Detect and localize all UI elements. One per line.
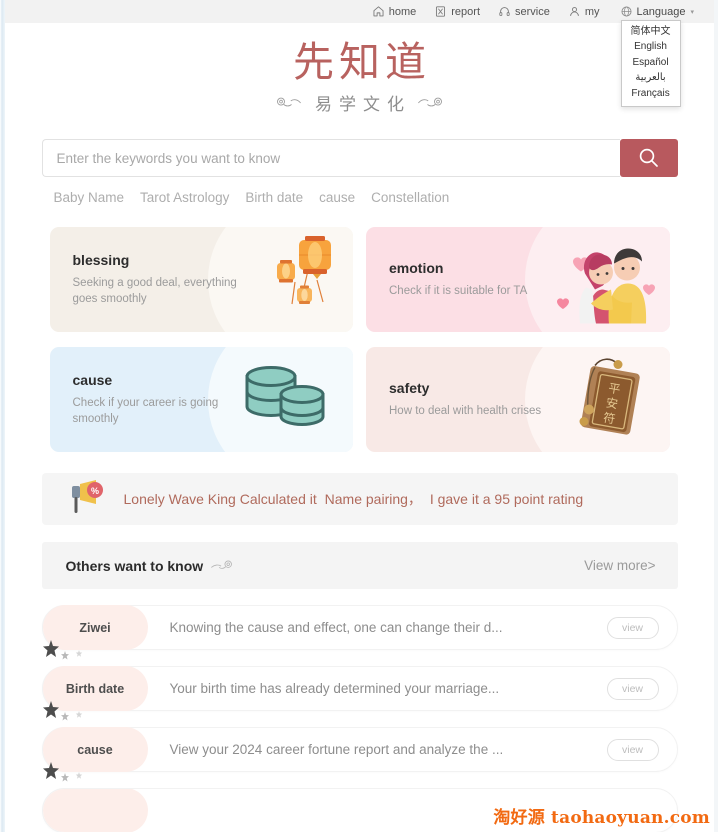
announcement-part3: I gave it a 95 point rating [429, 491, 584, 508]
nav-item-report[interactable]: report [434, 5, 480, 18]
search-input[interactable] [56, 150, 606, 166]
card-emotion-desc: Check if it is suitable for TA [389, 285, 528, 298]
card-cause-desc: Check if your career is going smoothly [72, 397, 219, 426]
row-question-text: View your 2024 career fortune report and… [169, 742, 504, 758]
table-row[interactable]: cause View your 2024 career fortune repo… [41, 727, 678, 782]
row-category-label: cause [77, 742, 113, 757]
search-suggested-tags: Baby Name Tarot Astrology Birth date cau… [42, 190, 678, 205]
nav-item-report-label: report [451, 5, 481, 18]
chevron-down-icon: ▾ [690, 8, 694, 16]
table-row[interactable]: Birth date Your birth time has already d… [41, 666, 678, 721]
couple-illustration [539, 227, 664, 332]
report-icon [434, 5, 447, 18]
row-view-button[interactable]: view [606, 738, 659, 761]
cloud-icon-right [417, 96, 445, 110]
language-option-fr[interactable]: Français [622, 86, 680, 102]
row-category-tag [42, 789, 148, 832]
user-icon [568, 5, 581, 18]
home-icon [372, 5, 385, 18]
search-input-wrapper[interactable] [41, 139, 620, 178]
headset-icon [498, 5, 511, 18]
card-safety[interactable]: 平 安 符 safety How to deal with health cri… [366, 347, 670, 453]
card-cause-title: cause [72, 372, 113, 389]
tag-baby-name[interactable]: Baby Name [54, 190, 125, 205]
language-button-label: Language [636, 5, 686, 18]
megaphone-icon: % [68, 478, 110, 521]
browser-left-edge [0, 0, 5, 832]
announcement-banner[interactable]: % Lonely Wave King Calculated it Name pa… [41, 473, 678, 526]
language-option-zh[interactable]: 简体中文 [622, 24, 680, 40]
nav-item-my-label: my [584, 5, 600, 18]
page-content: 先知道 易学文化 Enter the keywords you want to … [5, 23, 714, 832]
tag-birth-date[interactable]: Birth date [245, 190, 303, 205]
svg-text:符: 符 [602, 409, 616, 426]
cloud-icon-left [274, 96, 302, 110]
nav-item-home-label: home [388, 5, 417, 18]
logo-main-text: 先知道 [293, 38, 431, 86]
row-view-button[interactable]: view [606, 616, 659, 639]
globe-icon [620, 5, 633, 18]
search-button[interactable] [619, 139, 678, 178]
nav-item-service-label: service [515, 5, 550, 18]
tag-constellation[interactable]: Constellation [371, 190, 449, 205]
svg-text:安: 安 [604, 395, 618, 412]
card-emotion-title: emotion [389, 260, 444, 277]
tag-cause[interactable]: cause [319, 190, 355, 205]
card-emotion[interactable]: emotion Check if it is suitable for TA [366, 227, 670, 333]
announcement-text: Lonely Wave King Calculated it Name pair… [124, 489, 588, 509]
logo-sub-text: 易学文化 [315, 95, 411, 116]
search-bar [41, 139, 678, 178]
search-icon [636, 145, 662, 171]
cloud-icon-decor [210, 559, 238, 573]
language-option-ar[interactable]: بالعربية [622, 71, 680, 87]
card-blessing-title: blessing [72, 252, 130, 269]
nav-item-my[interactable]: my [568, 5, 600, 18]
logo-subtitle: 易学文化 [5, 90, 714, 115]
row-category-tag: cause [42, 727, 148, 773]
card-cause[interactable]: cause Check if your career is going smoo… [49, 347, 353, 453]
language-option-en[interactable]: English [622, 40, 680, 56]
site-logo: 先知道 易学文化 [5, 23, 714, 115]
svg-text:%: % [90, 486, 98, 496]
amulet-illustration: 平 安 符 [549, 347, 664, 452]
language-selector[interactable]: Language ▾ 简体中文 English Español بالعربية… [618, 4, 696, 107]
table-row[interactable]: Ziwei Knowing the cause and effect, one … [41, 605, 678, 660]
row-category-tag: Birth date [42, 666, 148, 712]
language-dropdown-menu[interactable]: 简体中文 English Español بالعربية Français [620, 20, 681, 107]
row-view-button[interactable]: view [606, 677, 659, 700]
browser-right-edge [714, 0, 718, 832]
announcement-part1: Lonely Wave King Calculated it [123, 491, 317, 508]
tag-tarot-astrology[interactable]: Tarot Astrology [140, 190, 229, 205]
card-safety-title: safety [389, 380, 430, 397]
top-navigation-bar: home report service my Language ▾ 简体中文 E… [5, 0, 714, 107]
watermark: 淘好源 taohaoyuan.com [493, 808, 710, 828]
question-list: Ziwei Knowing the cause and effect, one … [41, 605, 678, 832]
nav-item-home[interactable]: home [372, 5, 417, 18]
section-header-left: Others want to know [66, 558, 239, 574]
announcement-part2: Name pairing， [324, 491, 422, 508]
language-option-es[interactable]: Español [622, 55, 680, 71]
card-blessing-desc: Seeking a good deal, everything goes smo… [72, 277, 237, 306]
row-category-label: Birth date [65, 681, 125, 696]
section-header-others-want-to-know: Others want to know View more> [41, 542, 678, 590]
row-category-label: Ziwei [79, 620, 111, 635]
card-blessing[interactable]: blessing Seeking a good deal, everything… [49, 227, 353, 333]
card-safety-desc: How to deal with health crises [389, 405, 542, 418]
view-more-link[interactable]: View more> [584, 558, 655, 573]
row-category-tag: Ziwei [42, 605, 148, 651]
row-question-text: Your birth time has already determined y… [169, 681, 500, 697]
nav-item-service[interactable]: service [498, 5, 550, 18]
category-cards: blessing Seeking a good deal, everything… [49, 227, 670, 453]
language-button[interactable]: Language ▾ [618, 4, 696, 19]
section-title: Others want to know [65, 557, 204, 574]
row-question-text: Knowing the cause and effect, one can ch… [169, 620, 503, 636]
